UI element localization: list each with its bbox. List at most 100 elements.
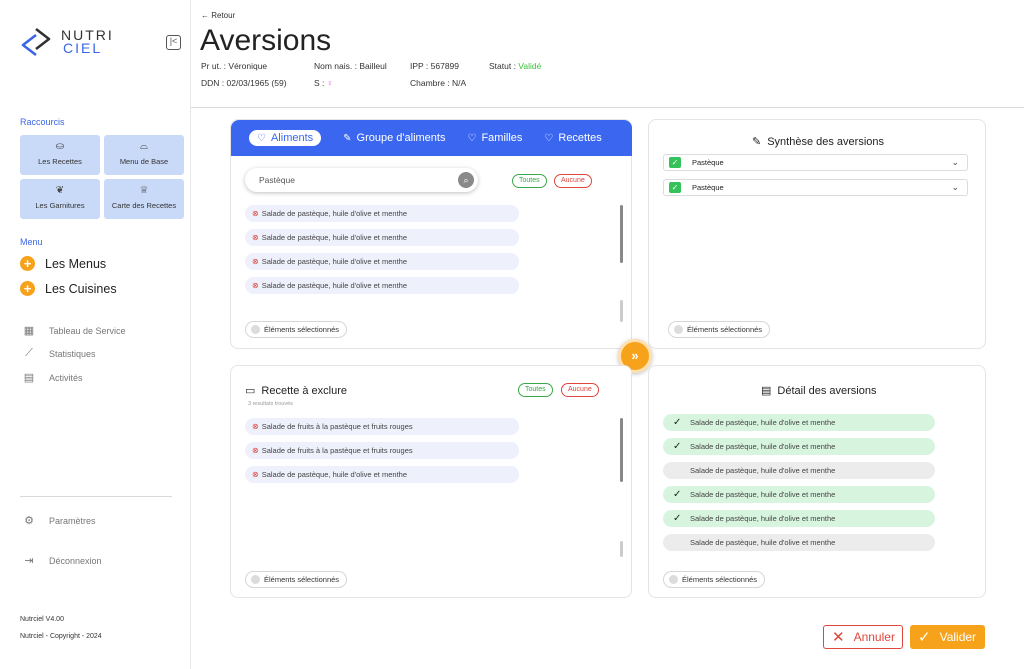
select-all-button[interactable]: Toutes bbox=[518, 383, 553, 397]
radio-dot bbox=[669, 575, 678, 584]
heart-icon: ♡ bbox=[257, 132, 266, 144]
detail-row-label: Salade de pastèque, huile d'olive et men… bbox=[690, 490, 836, 499]
select-none-button[interactable]: Aucune bbox=[561, 383, 599, 397]
detail-row-label: Salade de pastèque, huile d'olive et men… bbox=[690, 466, 836, 475]
female-icon: ♀ bbox=[326, 78, 334, 88]
carrot-icon: ✎ bbox=[343, 132, 352, 144]
select-all-button[interactable]: Toutes bbox=[512, 174, 547, 188]
synthesis-row-label: Pastèque bbox=[692, 183, 724, 192]
nav-item-label: Déconnexion bbox=[49, 555, 102, 566]
nav-item-tableau-de-service[interactable]: ▦ Tableau de Service bbox=[22, 324, 126, 337]
copyright: Nutrciel - Copyright - 2024 bbox=[20, 633, 102, 640]
list-item[interactable]: ⊗ Salade de pastèque, huile d'olive et me… bbox=[245, 466, 519, 483]
list-item[interactable]: ⊗ Salade de pastèque, huile d'olive et me… bbox=[245, 277, 519, 294]
nav-item-parametres[interactable]: ⚙ Paramètres bbox=[22, 514, 96, 527]
card-title-text: Détail des aversions bbox=[777, 384, 877, 397]
shortcut-carte-des-recettes[interactable]: ♕ Carte des Recettes bbox=[104, 179, 184, 219]
shortcut-les-garnitures[interactable]: ❦ Les Garnitures bbox=[20, 179, 100, 219]
tab-label: Aliments bbox=[270, 132, 314, 144]
list-item[interactable]: ⊗ Salade de fruits à la pastèque et fruit… bbox=[245, 442, 519, 459]
results-count: 3 resultats trouvés bbox=[248, 401, 293, 407]
scrollbar[interactable] bbox=[620, 418, 623, 482]
search-value: Pastèque bbox=[259, 175, 295, 185]
remove-icon[interactable]: ⊗ bbox=[252, 281, 259, 290]
chevron-down-icon[interactable]: ⌄ bbox=[951, 155, 959, 170]
menu-item-les-cuisines[interactable]: + Les Cuisines bbox=[20, 281, 117, 296]
list-item[interactable]: ⊗ Salade de pastèque, huile d'olive et me… bbox=[245, 229, 519, 246]
checkbox-checked-icon[interactable]: ✓ bbox=[669, 157, 681, 168]
remove-icon[interactable]: ⊗ bbox=[252, 470, 259, 479]
synthesis-row[interactable]: ✓ Pastèque ⌄ bbox=[663, 179, 968, 196]
synthesis-row[interactable]: ✓ Pastèque ⌄ bbox=[663, 154, 968, 171]
list-item[interactable]: ⊗ Salade de fruits à la pastèque et fruit… bbox=[245, 418, 519, 435]
cancel-button[interactable]: ✕ Annuler bbox=[823, 625, 903, 649]
scrollbar-track bbox=[620, 541, 623, 557]
shortcut-les-recettes[interactable]: ⛀ Les Recettes bbox=[20, 135, 100, 175]
sidebar: NUTRI CIEL |< Raccourcis ⛀ Les Recettes … bbox=[0, 0, 191, 669]
tab-familles[interactable]: ♡ Familles bbox=[467, 132, 522, 144]
selected-elements-toggle[interactable]: Éléments sélectionnés bbox=[245, 571, 348, 588]
detail-row-label: Salade de pastèque, huile d'olive et men… bbox=[690, 514, 836, 523]
detail-row[interactable]: ✓ Salade de pastèque, huile d'olive et me… bbox=[663, 438, 935, 455]
radio-dot bbox=[674, 325, 683, 334]
tab-groupe-aliments[interactable]: ✎ Groupe d'aliments bbox=[343, 132, 445, 144]
shortcut-label: Carte des Recettes bbox=[111, 201, 177, 210]
list-item[interactable]: ⊗ Salade de pastèque, huile d'olive et me… bbox=[245, 253, 519, 270]
search-input[interactable]: Pastèque ⌕ bbox=[245, 168, 478, 192]
check-icon: ✓ bbox=[673, 441, 682, 452]
detail-row[interactable]: ✓ Salade de pastèque, huile d'olive et me… bbox=[663, 486, 935, 503]
list-item[interactable]: ⊗ Salade de pastèque, huile d'olive et me… bbox=[245, 205, 519, 222]
gear-icon: ⚙ bbox=[24, 515, 34, 527]
remove-icon[interactable]: ⊗ bbox=[252, 209, 259, 218]
category-tabs: ♡ Aliments ✎ Groupe d'aliments ♡ Familles ♡… bbox=[231, 120, 632, 156]
remove-icon[interactable]: ⊗ bbox=[252, 233, 259, 242]
nav-item-label: Activités bbox=[49, 372, 83, 383]
list-item-label: Salade de pastèque, huile d'olive et men… bbox=[261, 233, 407, 242]
nav-item-deconnexion[interactable]: ⇥ Déconnexion bbox=[22, 554, 102, 567]
scrollbar[interactable] bbox=[620, 205, 623, 263]
logo-icon bbox=[21, 27, 51, 57]
selected-elements-toggle[interactable]: Éléments sélectionnés bbox=[245, 321, 348, 338]
search-icon[interactable]: ⌕ bbox=[458, 172, 474, 188]
remove-icon[interactable]: ⊗ bbox=[252, 422, 259, 431]
back-link[interactable]: ← Retour bbox=[201, 11, 235, 20]
remove-icon[interactable]: ⊗ bbox=[252, 446, 259, 455]
cloche-icon: ⌓ bbox=[140, 141, 148, 152]
collapse-sidebar-icon[interactable]: |< bbox=[166, 35, 181, 50]
check-icon: ✓ bbox=[673, 417, 682, 428]
synthesis-row-label: Pastèque bbox=[692, 158, 724, 167]
nav-item-activites[interactable]: ▤ Activités bbox=[22, 371, 83, 384]
shortcut-menu-de-base[interactable]: ⌓ Menu de Base bbox=[104, 135, 184, 175]
chevron-down-icon[interactable]: ⌄ bbox=[951, 180, 959, 195]
meta-value: Véronique bbox=[228, 61, 268, 71]
nav-item-statistiques[interactable]: ⟋ Statistiques bbox=[22, 347, 95, 360]
menu-item-label: Les Menus bbox=[45, 256, 107, 271]
app-logo[interactable]: NUTRI CIEL bbox=[20, 26, 114, 58]
tab-aliments[interactable]: ♡ Aliments bbox=[249, 130, 322, 146]
detail-row[interactable]: ✓ Salade de pastèque, huile d'olive et me… bbox=[663, 414, 935, 431]
meta-value: 02/03/1965 (59) bbox=[226, 78, 287, 88]
validate-label: Valider bbox=[939, 630, 977, 644]
tab-recettes[interactable]: ♡ Recettes bbox=[544, 132, 601, 144]
checkbox-checked-icon[interactable]: ✓ bbox=[669, 182, 681, 193]
validate-button[interactable]: ✓ Valider bbox=[910, 625, 985, 649]
meta-label: Pr ut. : bbox=[201, 61, 229, 71]
synthesis-title: ✎ Synthèse des aversions bbox=[752, 135, 884, 149]
meta-label: DDN : bbox=[201, 78, 227, 88]
selected-elements-toggle[interactable]: Éléments sélectionnés bbox=[663, 571, 766, 588]
clipboard-icon: ▤ bbox=[23, 372, 35, 384]
detail-row[interactable]: ✓ Salade de pastèque, huile d'olive et me… bbox=[663, 510, 935, 527]
menu-item-les-menus[interactable]: + Les Menus bbox=[20, 256, 106, 271]
page-title: Aversions bbox=[200, 24, 332, 57]
detail-row[interactable]: Salade de pastèque, huile d'olive et men… bbox=[663, 462, 935, 479]
nav-item-label: Paramètres bbox=[49, 515, 96, 526]
patient-sex: S : ♀ bbox=[314, 78, 333, 88]
close-icon: ✕ bbox=[832, 629, 845, 646]
logout-icon: ⇥ bbox=[24, 555, 34, 567]
selected-elements-toggle[interactable]: Éléments sélectionnés bbox=[668, 321, 771, 338]
remove-icon[interactable]: ⊗ bbox=[252, 257, 259, 266]
detail-panel: ▤ Détail des aversions ✓ Salade de pastèq… bbox=[648, 365, 986, 598]
status-badge: Validé bbox=[518, 61, 542, 71]
select-none-button[interactable]: Aucune bbox=[554, 174, 592, 188]
detail-row[interactable]: Salade de pastèque, huile d'olive et men… bbox=[663, 534, 935, 551]
